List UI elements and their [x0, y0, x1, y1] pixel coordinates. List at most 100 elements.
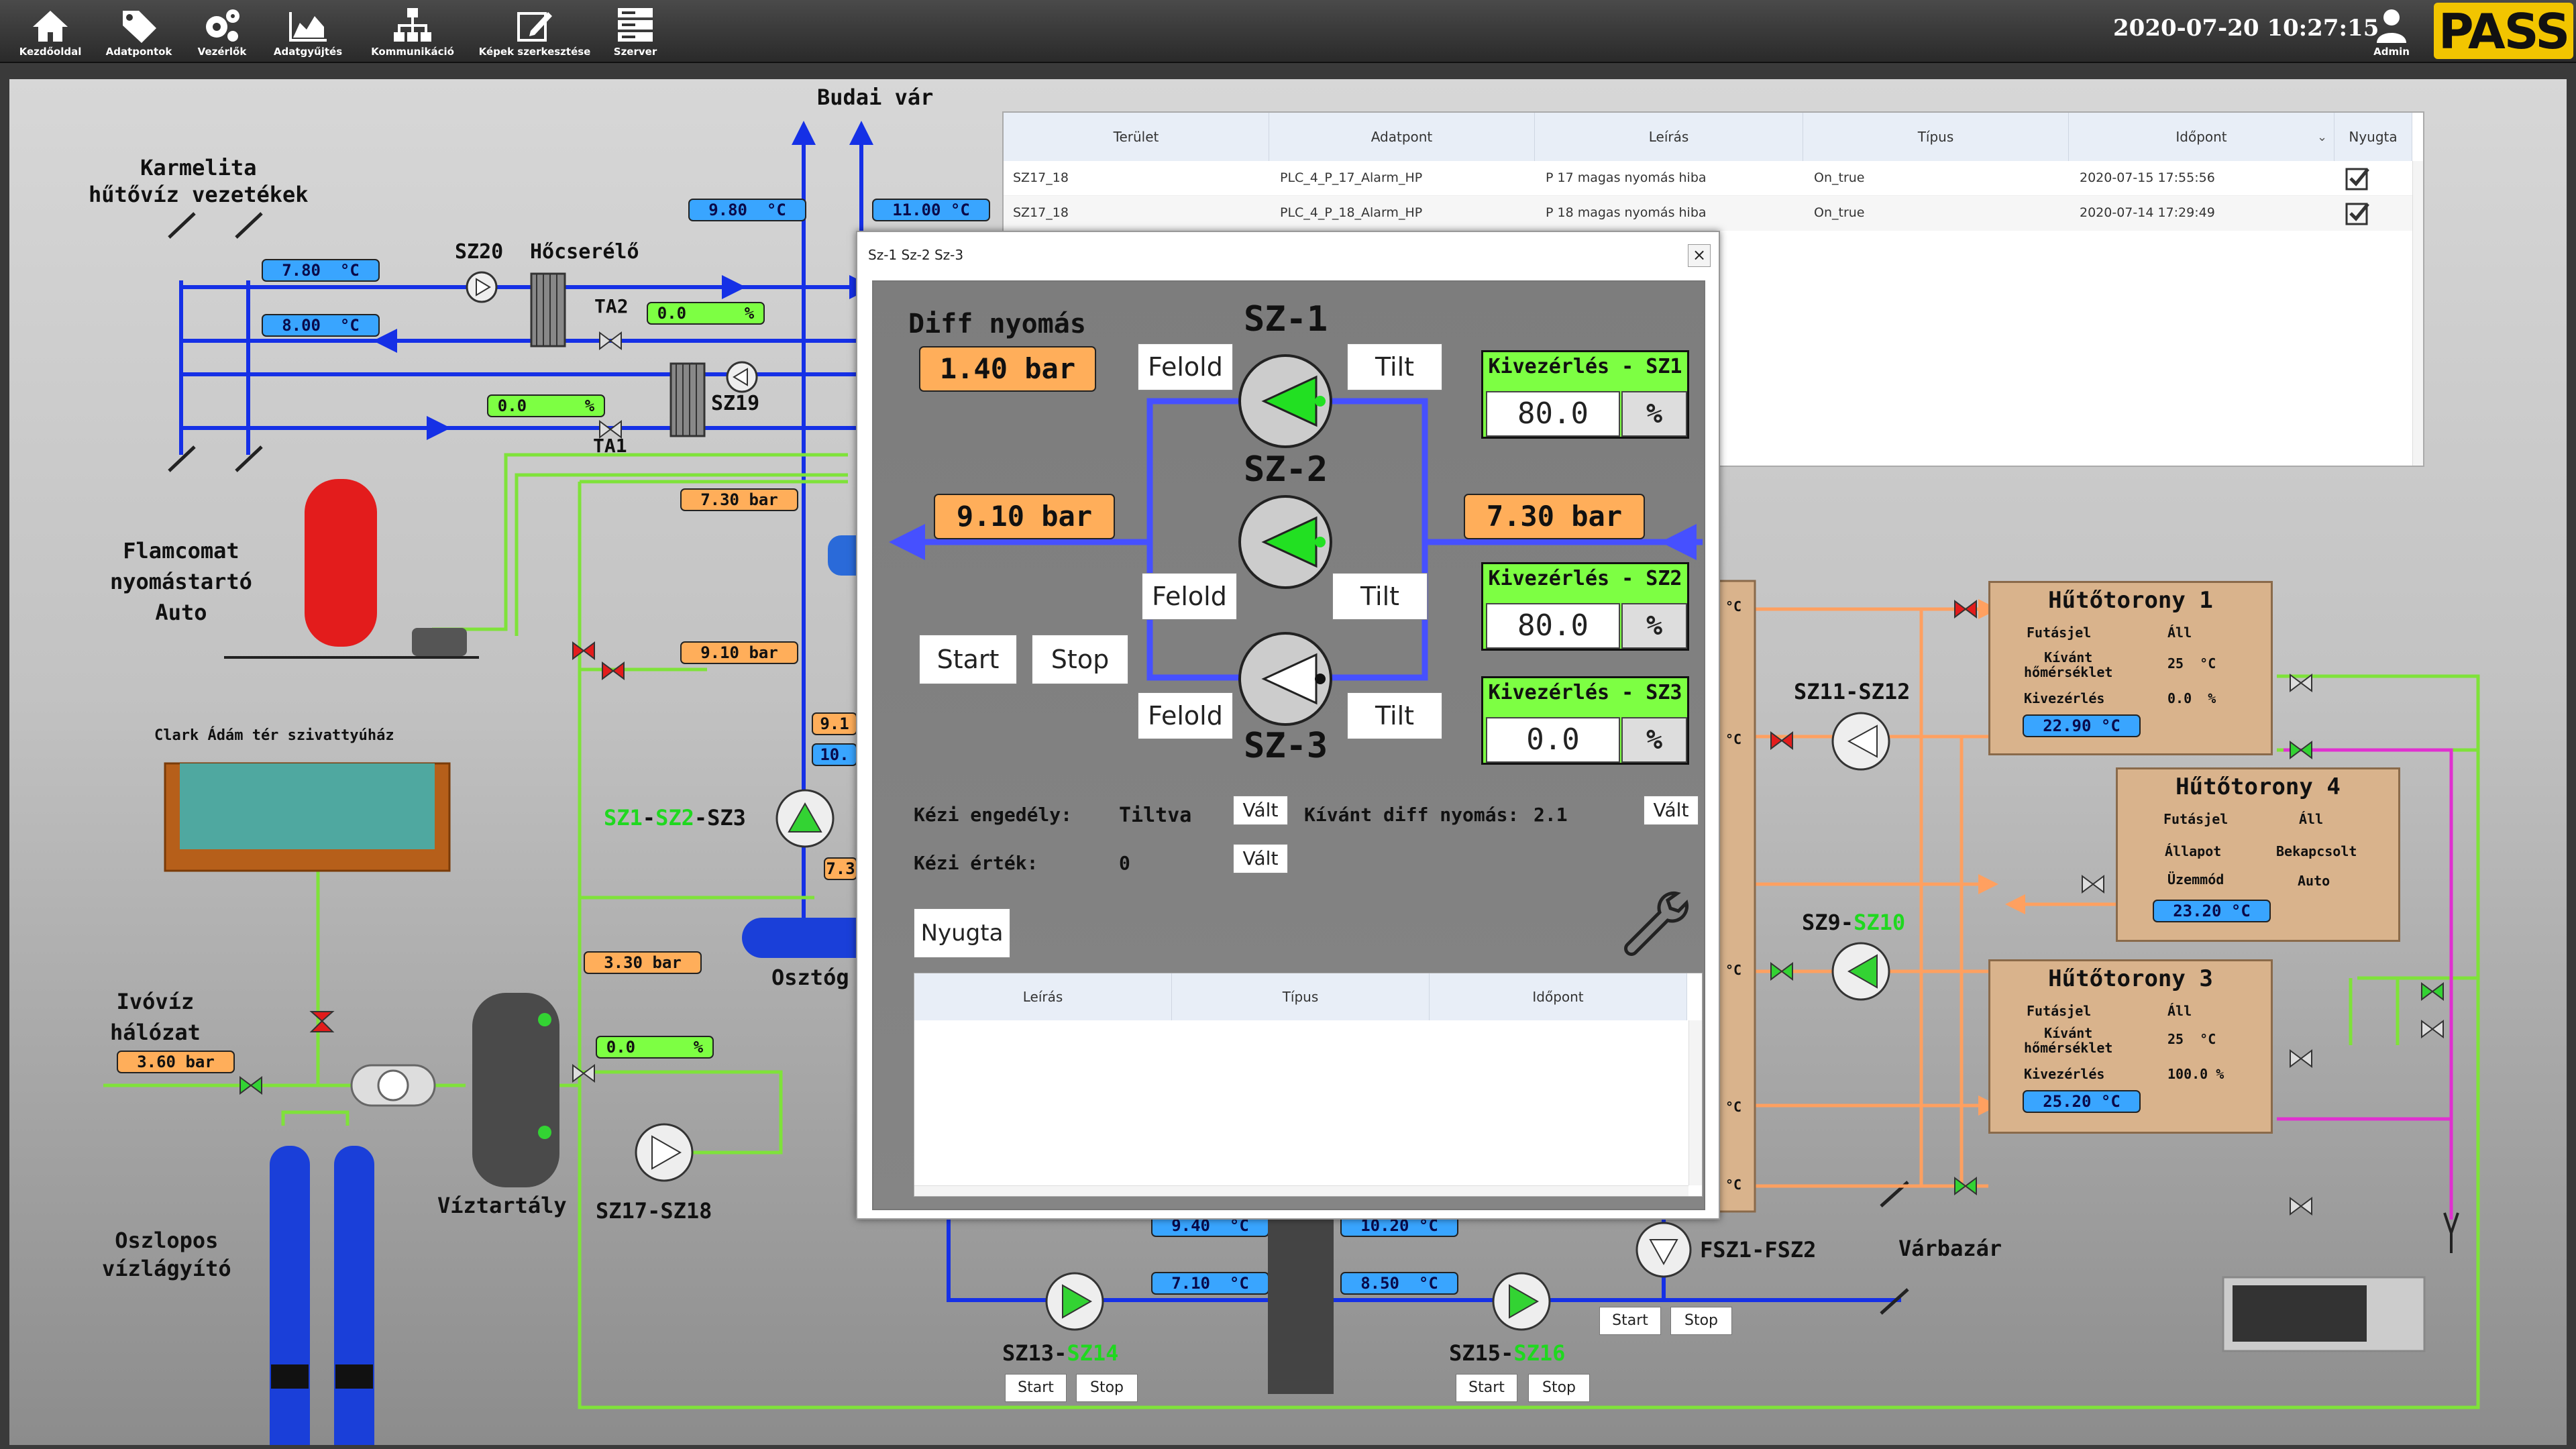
desired-diff-label: Kívánt diff nyomás: [1304, 804, 1519, 826]
column-header[interactable]: Terület [1004, 113, 1269, 161]
tower-row-value: Áll [2299, 811, 2324, 827]
sz3-output-control: Kivezérlés - SZ3 0.0 % [1481, 676, 1689, 765]
sz2-unlock-button[interactable]: Felold [1142, 573, 1237, 620]
checkbox-checked-icon[interactable] [2345, 201, 2372, 225]
manual-enable-toggle-button[interactable]: Vált [1233, 796, 1288, 825]
manual-value-change-button[interactable]: Vált [1233, 844, 1288, 873]
column-header: Nyugta [2334, 113, 2412, 161]
column-header[interactable]: Leírás [914, 973, 1172, 1020]
unit-label: °C [1725, 731, 1742, 747]
pump-icon [1045, 1272, 1104, 1331]
sort-chevron-icon[interactable]: ⌄ [2317, 130, 2327, 144]
tower-row-label: Üzemmód [2167, 871, 2224, 888]
tower-row-label: Kívánt hőmérséklet [2024, 649, 2113, 680]
gears-icon [206, 9, 239, 42]
sz1-disable-button[interactable]: Tilt [1347, 343, 1442, 390]
sz13-stop-button[interactable]: Stop [1076, 1374, 1138, 1402]
pump-icon [775, 789, 835, 848]
right-pressure-value: 7.30 bar [1464, 494, 1645, 539]
cell: PLC_4_P_18_Alarm_HP [1280, 205, 1423, 220]
tower-row-value: 25 °C [2167, 1031, 2216, 1047]
sz3-unlock-button[interactable]: Felold [1138, 692, 1233, 739]
desired-diff-change-button[interactable]: Vált [1644, 796, 1699, 825]
cell: P 17 magas nyomás hiba [1546, 170, 1707, 185]
cell: PLC_4_P_17_Alarm_HP [1280, 170, 1423, 185]
area-chart-icon [289, 12, 327, 42]
acknowledge-button[interactable]: Nyugta [914, 908, 1010, 958]
pass-logo: PASS [2434, 3, 2573, 60]
user-name: Admin [2373, 46, 2410, 58]
unit-label: °C [1725, 598, 1742, 614]
pump-icon [726, 361, 758, 393]
cell: SZ17_18 [1013, 205, 1069, 220]
pump-icon [1831, 712, 1890, 771]
nav-label: Szerver [613, 46, 657, 58]
cell: 2020-07-15 17:55:56 [2080, 170, 2215, 185]
manual-value: 0 [1119, 852, 1130, 874]
sz3-disable-button[interactable]: Tilt [1347, 692, 1442, 739]
pump-icon [1831, 942, 1890, 1001]
cooling-tower-4[interactable]: Hűtőtorony 4 Futásjel Áll Állapot Bekapc… [2116, 767, 2400, 942]
nav-label: Kezdőoldal [19, 46, 82, 58]
nav-image-editor-button[interactable]: Képek szerkesztése [478, 3, 592, 60]
tower-row-label: Kivezérlés [2024, 690, 2105, 706]
cooling-tower-3[interactable]: Hűtőtorony 3 Futásjel Áll Kívánt hőmérsé… [1988, 959, 2273, 1134]
column-header[interactable]: Időpont [1430, 973, 1687, 1020]
sz2-title: SZ-2 [1244, 449, 1328, 490]
tower-title: Hűtőtorony 4 [2176, 773, 2341, 800]
cell: 2020-07-14 17:29:49 [2080, 205, 2215, 220]
column-header[interactable]: Adatpont [1269, 113, 1535, 161]
desired-diff-value: 2.1 [1534, 804, 1568, 826]
checkbox-checked-icon[interactable] [2345, 166, 2372, 191]
sz15-start-button[interactable]: Start [1456, 1374, 1517, 1402]
tower-temp: 23.20 °C [2153, 900, 2271, 922]
output-label: Kivezérlés - SZ1 [1488, 355, 1682, 378]
sz13-start-button[interactable]: Start [1005, 1374, 1067, 1402]
cooling-tower-1[interactable]: Hűtőtorony 1 Futásjel Áll Kívánt hőmérsé… [1988, 581, 2273, 755]
nav-communication-button[interactable]: Kommunikáció [362, 3, 463, 60]
manual-enable-label: Kézi engedély: [914, 804, 1073, 826]
sz15-stop-button[interactable]: Stop [1528, 1374, 1590, 1402]
column-header[interactable]: Típus [1803, 113, 2069, 161]
cell: P 18 magas nyomás hiba [1546, 205, 1707, 220]
column-header[interactable]: Időpont [2069, 113, 2334, 161]
top-navigation-bar: Kezdőoldal Adatpontok Vezérlők Adatgyűjt… [0, 0, 2576, 63]
unit-label: °C [1725, 962, 1742, 978]
output-value-input[interactable]: 0.0 [1486, 717, 1620, 763]
nav-label: Adatgyűjtés [273, 46, 343, 58]
datetime-display: 2020-07-20 10:27:15 [2113, 15, 2379, 42]
fsz-stop-button[interactable]: Stop [1670, 1307, 1732, 1335]
pump-group-dialog: Sz-1 Sz-2 Sz-3 × Diff nyomás 1.40 bar SZ… [856, 231, 1720, 1220]
fsz-start-button[interactable]: Start [1599, 1307, 1661, 1335]
output-unit: % [1621, 717, 1687, 763]
nav-data-collection-button[interactable]: Adatgyűjtés [258, 3, 358, 60]
column-header[interactable]: Típus [1172, 973, 1430, 1020]
sz1-unlock-button[interactable]: Felold [1138, 343, 1233, 390]
table-row[interactable]: SZ17_18 PLC_4_P_17_Alarm_HP P 17 magas n… [1004, 161, 2412, 196]
wrench-icon[interactable] [1621, 888, 1690, 963]
nav-label: Képek szerkesztése [478, 46, 591, 58]
cell: On_true [1814, 205, 1865, 220]
sz2-disable-button[interactable]: Tilt [1332, 573, 1428, 620]
column-header[interactable]: Leírás [1535, 113, 1803, 161]
scrollbar[interactable] [2412, 161, 2423, 466]
sz2-output-control: Kivezérlés - SZ2 80.0 % [1481, 562, 1689, 651]
nav-server-button[interactable]: Szerver [585, 3, 686, 60]
tower-row-label: Kívánt hőmérséklet [2024, 1025, 2113, 1056]
close-button[interactable]: × [1688, 244, 1711, 267]
start-button[interactable]: Start [919, 635, 1017, 684]
home-icon [33, 11, 68, 42]
tower-row-label: Futásjel [2027, 1003, 2092, 1019]
stop-button[interactable]: Stop [1032, 635, 1128, 684]
user-menu-button[interactable]: Admin [2341, 3, 2442, 60]
table-row[interactable]: SZ17_18 PLC_4_P_18_Alarm_HP P 18 magas n… [1004, 196, 2412, 231]
scrollbar[interactable] [914, 1185, 1688, 1196]
nav-home-button[interactable]: Kezdőoldal [0, 3, 101, 60]
server-icon [618, 8, 653, 42]
output-value-input[interactable]: 80.0 [1486, 391, 1620, 437]
cell: SZ17_18 [1013, 170, 1069, 185]
sz1-title: SZ-1 [1244, 299, 1328, 339]
output-value-input[interactable]: 80.0 [1486, 603, 1620, 649]
scrollbar[interactable] [1688, 1020, 1702, 1185]
tower-row-value: 0.0 % [2167, 690, 2216, 706]
